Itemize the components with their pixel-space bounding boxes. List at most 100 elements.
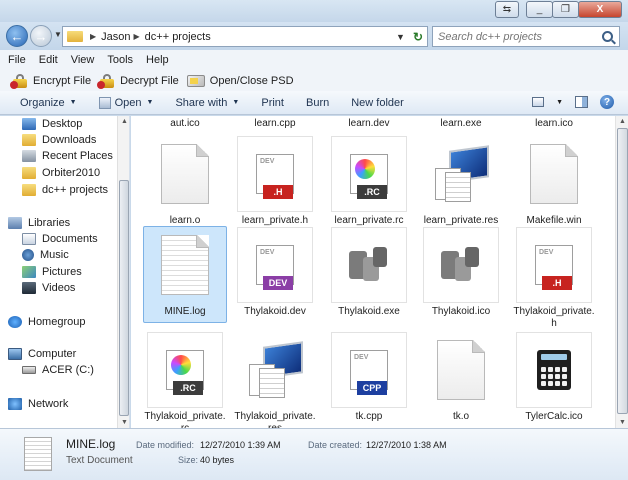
nav-item-dc-projects[interactable]: dc++ projects — [22, 182, 108, 198]
nav-item-recent-places[interactable]: Recent Places — [22, 148, 113, 164]
music-icon — [22, 249, 34, 261]
refresh-icon[interactable]: ↻ — [413, 30, 423, 44]
file-label-learn-ico[interactable]: learn.ico — [512, 118, 596, 129]
nav-item-drive-c[interactable]: ACER (C:) — [22, 362, 94, 378]
nav-item-libraries[interactable]: Libraries — [8, 215, 70, 231]
resource-script-icon: .RC — [166, 350, 204, 395]
back-arrow-icon: ← — [10, 28, 24, 44]
print-button[interactable]: Print — [261, 97, 284, 109]
file-label-learn-cpp[interactable]: learn.cpp — [233, 118, 317, 129]
breadcrumb-dc-projects[interactable]: dc++ projects — [145, 31, 211, 43]
nav-label: Libraries — [28, 217, 71, 229]
header-file-icon: DEV .H — [535, 245, 573, 290]
nav-item-videos[interactable]: Videos — [22, 280, 75, 296]
file-tk-cpp[interactable]: DEV CPP tk.cpp — [327, 332, 411, 423]
nav-item-downloads[interactable]: Downloads — [22, 132, 96, 148]
file-thumbnail — [147, 227, 223, 303]
close-button[interactable]: X — [578, 1, 622, 18]
menu-view[interactable]: View — [71, 54, 95, 66]
file-makefile-win[interactable]: Makefile.win — [512, 136, 596, 227]
decrypt-file-button[interactable]: Decrypt File — [97, 73, 179, 89]
nav-item-network[interactable]: Network — [8, 396, 68, 412]
file-thylakoid-dev[interactable]: DEV DEV Thylakoid.dev — [233, 227, 317, 318]
file-type-tag: .RC — [173, 381, 203, 395]
encrypt-file-button[interactable]: Encrypt File — [10, 73, 92, 89]
date-created-value: 12/27/2010 1:38 AM — [366, 440, 447, 450]
scroll-down-icon[interactable]: ▼ — [121, 419, 128, 426]
file-label: Thylakoid_private.rc — [144, 411, 226, 428]
back-button[interactable]: ← — [6, 25, 28, 47]
minimize-button[interactable]: _ — [526, 1, 553, 18]
date-created-label: Date created: — [308, 440, 363, 450]
file-view-scrollbar[interactable]: ▲ ▼ — [615, 116, 628, 428]
nav-item-homegroup[interactable]: Homegroup — [8, 314, 85, 330]
file-learn-private-rc[interactable]: .RC learn_private.rc — [327, 136, 411, 227]
file-thumbnail: .RC — [147, 332, 223, 408]
navigation-scrollbar[interactable]: ▲ ▼ — [117, 116, 129, 428]
address-history-dropdown-icon[interactable]: ▼ — [396, 32, 405, 42]
nav-item-orbiter2010[interactable]: Orbiter2010 — [22, 165, 100, 181]
drive-icon — [186, 74, 205, 87]
help-icon[interactable]: ? — [600, 95, 614, 109]
nav-label: Desktop — [42, 118, 83, 130]
nav-label: Videos — [42, 282, 76, 294]
organize-button[interactable]: Organize ▼ — [20, 97, 77, 109]
change-view-icon[interactable] — [532, 97, 545, 107]
share-with-button[interactable]: Share with ▼ — [175, 97, 239, 109]
preview-pane-icon[interactable] — [575, 96, 588, 108]
open-icon — [98, 96, 111, 109]
details-file-type: Text Document — [66, 455, 133, 466]
open-close-psd-button[interactable]: Open/Close PSD — [186, 74, 294, 87]
file-tylercalc-ico[interactable]: TylerCalc.ico — [512, 332, 596, 423]
view-dropdown-icon[interactable]: ▼ — [556, 99, 563, 106]
nav-item-documents[interactable]: Documents — [22, 231, 98, 247]
burn-button[interactable]: Burn — [306, 97, 329, 109]
forward-button[interactable]: → — [30, 25, 52, 47]
search-icon[interactable] — [602, 31, 613, 42]
file-learn-private-res[interactable]: learn_private.res — [419, 136, 503, 227]
open-button[interactable]: Open ▼ — [98, 96, 153, 109]
file-tk-o[interactable]: tk.o — [419, 332, 503, 423]
chevron-right-icon[interactable]: ▶ — [134, 32, 140, 41]
scroll-down-icon[interactable]: ▼ — [619, 419, 626, 426]
file-mine-log[interactable]: MINE.log — [143, 226, 227, 323]
file-learn-private-h[interactable]: DEV .H learn_private.h — [233, 136, 317, 227]
file-thylakoid-private-res[interactable]: Thylakoid_private.res — [233, 332, 317, 428]
switch-window-button[interactable]: ⇆ — [495, 1, 519, 18]
scroll-up-icon[interactable]: ▲ — [619, 118, 626, 125]
file-label-aut-ico[interactable]: aut.ico — [143, 118, 227, 129]
decrypt-file-label: Decrypt File — [120, 74, 179, 87]
file-label-learn-dev[interactable]: learn.dev — [327, 118, 411, 129]
nav-item-music[interactable]: Music — [22, 247, 69, 263]
executable-icon — [347, 243, 391, 287]
file-thylakoid-private-rc[interactable]: .RC Thylakoid_private.rc — [143, 332, 227, 428]
folder-icon — [22, 167, 36, 179]
file-thylakoid-private-h[interactable]: DEV .H Thylakoid_private.h — [512, 227, 596, 330]
nav-item-pictures[interactable]: Pictures — [22, 264, 82, 280]
libraries-icon — [8, 217, 22, 229]
recent-pages-dropdown-icon[interactable]: ▼ — [54, 30, 62, 39]
menu-tools[interactable]: Tools — [107, 54, 133, 66]
menu-file[interactable]: File — [8, 54, 26, 66]
file-label: Thylakoid.ico — [431, 306, 491, 317]
desktop-icon — [22, 118, 36, 130]
maximize-button[interactable]: ❐ — [552, 1, 579, 18]
new-folder-button[interactable]: New folder — [351, 97, 404, 109]
breadcrumb-jason[interactable]: Jason — [101, 31, 130, 43]
scrollbar-thumb[interactable] — [119, 180, 129, 416]
file-label-learn-exe[interactable]: learn.exe — [419, 118, 503, 129]
scroll-up-icon[interactable]: ▲ — [121, 118, 128, 125]
file-thylakoid-ico[interactable]: Thylakoid.ico — [419, 227, 503, 318]
search-input[interactable] — [438, 30, 598, 43]
nav-item-computer[interactable]: Computer — [8, 346, 76, 362]
menu-help[interactable]: Help — [146, 54, 169, 66]
chevron-right-icon[interactable]: ▶ — [90, 32, 96, 41]
text-document-icon — [161, 235, 209, 295]
file-learn-o[interactable]: learn.o — [143, 136, 227, 227]
file-thylakoid-exe[interactable]: Thylakoid.exe — [327, 227, 411, 318]
nav-item-desktop[interactable]: Desktop — [22, 116, 82, 132]
scrollbar-thumb[interactable] — [617, 128, 628, 414]
menu-edit[interactable]: Edit — [39, 54, 58, 66]
address-bar[interactable]: ▶ Jason ▶ dc++ projects ▼ ↻ — [62, 26, 428, 47]
encrypt-file-label: Encrypt File — [33, 74, 92, 87]
